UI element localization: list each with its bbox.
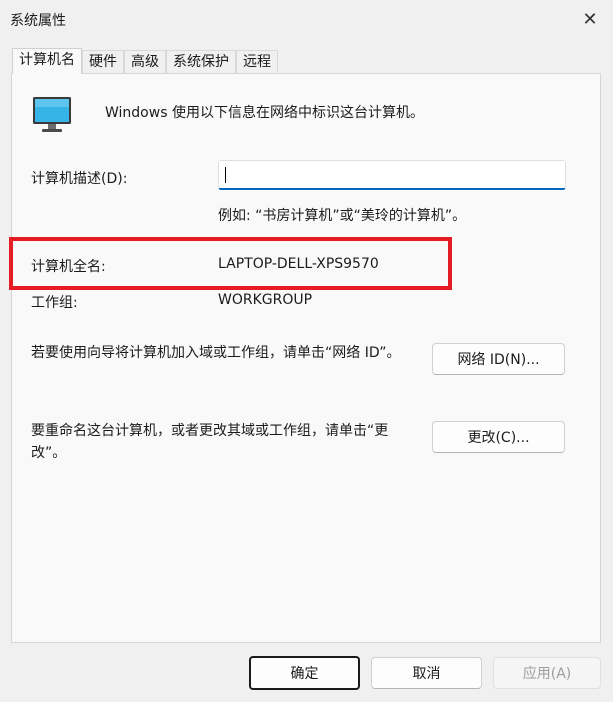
intro-text: Windows 使用以下信息在网络中标识这台计算机。 [105,105,424,121]
tab-system-protection[interactable]: 系统保护 [166,50,236,74]
workgroup-label: 工作组: [31,295,78,311]
full-name-value: LAPTOP-DELL-XPS9570 [218,256,379,272]
rename-text: 要重命名这台计算机，或者更改其域或工作组，请单击“更改”。 [31,423,389,461]
computer-name-panel: Windows 使用以下信息在网络中标识这台计算机。 计算机描述(D): 例如:… [9,73,601,643]
ok-button[interactable]: 确定 [249,656,360,690]
tab-computer-name[interactable]: 计算机名 [12,48,82,74]
tab-hardware[interactable]: 硬件 [82,50,124,74]
apply-button[interactable]: 应用(A) [493,657,601,689]
workgroup-value: WORKGROUP [218,292,313,308]
cancel-button[interactable]: 取消 [371,657,482,689]
tab-remote[interactable]: 远程 [236,50,278,74]
close-icon[interactable]: ✕ [567,0,613,38]
full-name-label: 计算机全名: [31,259,106,275]
text-caret [225,167,226,183]
window-title: 系统属性 [10,13,66,29]
network-id-text: 若要使用向导将计算机加入域或工作组，请单击“网络 ID”。 [31,345,401,361]
description-example: 例如: “书房计算机”或“美玲的计算机”。 [218,208,467,224]
tab-advanced[interactable]: 高级 [124,50,166,74]
tab-strip: 计算机名 硬件 高级 系统保护 远程 [12,48,278,74]
network-id-button[interactable]: 网络 ID(N)... [432,343,565,375]
change-button[interactable]: 更改(C)... [432,421,565,453]
monitor-icon [33,97,71,132]
title-bar: 系统属性 ✕ [0,0,613,38]
description-field[interactable] [218,160,566,190]
description-label: 计算机描述(D): [31,171,128,187]
